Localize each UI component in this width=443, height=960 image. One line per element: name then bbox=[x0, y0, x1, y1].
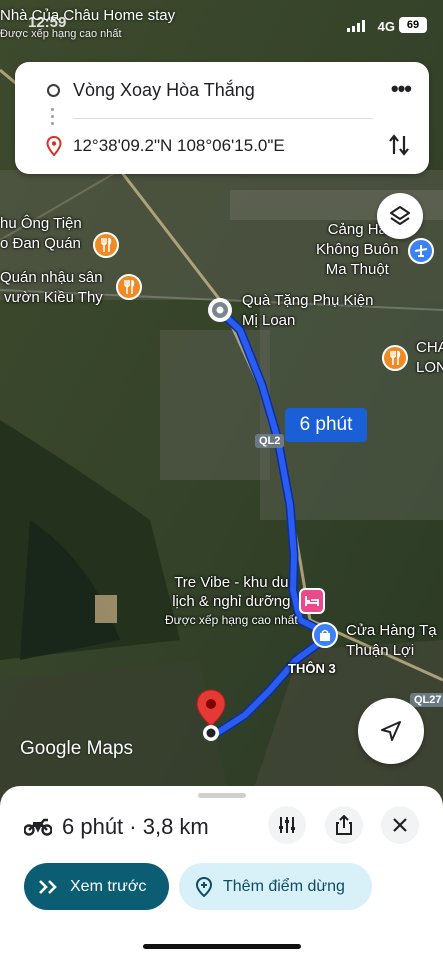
origin-row[interactable]: Vòng Xoay Hòa Thắng ••• bbox=[15, 62, 429, 118]
destination-input[interactable]: 12°38'09.2"N 108°06'15.0"E bbox=[73, 136, 285, 156]
road-tag-ql: QL2 bbox=[255, 434, 285, 448]
map-label-cha[interactable]: CHA LON bbox=[416, 338, 443, 378]
layers-icon bbox=[390, 206, 410, 225]
origin-marker-icon[interactable] bbox=[206, 296, 234, 324]
add-location-icon bbox=[195, 876, 213, 897]
motorbike-icon bbox=[24, 818, 52, 836]
signal-icon bbox=[347, 20, 365, 32]
recenter-button[interactable] bbox=[358, 698, 424, 764]
sheet-drag-handle[interactable] bbox=[198, 793, 246, 798]
origin-circle-icon bbox=[47, 84, 60, 97]
map-label-shop[interactable]: Cửa Hàng Tạ Thuận Lợi bbox=[346, 621, 437, 661]
trip-summary: 6 phút · 3,8 km bbox=[24, 812, 209, 842]
share-button[interactable] bbox=[325, 806, 363, 844]
add-stop-label: Thêm điểm dừng bbox=[223, 877, 345, 895]
layers-button[interactable] bbox=[377, 193, 423, 239]
origin-input[interactable]: Vòng Xoay Hòa Thắng bbox=[73, 80, 255, 101]
map-label-place1[interactable]: hu Ông Tiện o Đan Quán bbox=[0, 214, 82, 254]
share-icon bbox=[336, 815, 352, 835]
airport-icon[interactable] bbox=[408, 238, 434, 264]
map-label-village: THÔN 3 bbox=[288, 661, 336, 676]
add-stop-button[interactable]: Thêm điểm dừng bbox=[179, 863, 372, 910]
route-options-button[interactable] bbox=[268, 806, 306, 844]
swap-vertical-icon[interactable] bbox=[387, 132, 411, 158]
route-duration-badge[interactable]: 6 phút bbox=[285, 408, 367, 442]
restaurant-icon[interactable] bbox=[93, 232, 119, 258]
map-label-tre-vibe[interactable]: Tre Vibe - khu du lịch & nghỉ dưỡng Được… bbox=[165, 573, 298, 630]
road-tag-ql27: QL27 bbox=[410, 693, 443, 707]
home-indicator[interactable] bbox=[143, 944, 301, 949]
directions-card: Vòng Xoay Hòa Thắng ••• 12°38'09.2"N 108… bbox=[15, 62, 429, 174]
map-label-place2[interactable]: Quán nhậu sân vườn Kiều Thy bbox=[0, 268, 103, 308]
destination-marker-icon[interactable] bbox=[194, 688, 228, 744]
map-label-gift-shop[interactable]: Quà Tặng Phụ Kiện Mị Loan bbox=[242, 291, 373, 331]
network-type: 4G bbox=[377, 19, 395, 34]
preview-button[interactable]: Xem trước bbox=[24, 863, 169, 910]
double-chevron-right-icon bbox=[39, 879, 57, 894]
hotel-icon[interactable] bbox=[299, 588, 325, 614]
battery-icon: 69 bbox=[399, 17, 427, 33]
google-maps-logo: Google Maps bbox=[20, 738, 134, 759]
shopping-bag-icon[interactable] bbox=[312, 622, 338, 648]
trip-summary-text: 6 phút · 3,8 km bbox=[62, 814, 209, 839]
close-button[interactable] bbox=[381, 806, 419, 844]
status-time: 12:59 bbox=[28, 14, 67, 31]
divider bbox=[73, 118, 373, 119]
destination-pin-icon bbox=[46, 136, 62, 156]
preview-label: Xem trước bbox=[70, 877, 147, 895]
more-dots-icon[interactable]: ••• bbox=[391, 76, 412, 102]
route-dots-icon bbox=[51, 108, 55, 128]
navigation-arrow-icon bbox=[381, 721, 401, 741]
tune-icon bbox=[279, 817, 295, 833]
bottom-sheet: 6 phút · 3,8 km Xem trước Thêm điểm dừng bbox=[0, 786, 443, 960]
restaurant-icon[interactable] bbox=[116, 274, 142, 300]
close-icon bbox=[393, 818, 407, 832]
restaurant-icon[interactable] bbox=[382, 345, 408, 371]
status-bar: 12:59 4G 69 bbox=[0, 0, 443, 44]
